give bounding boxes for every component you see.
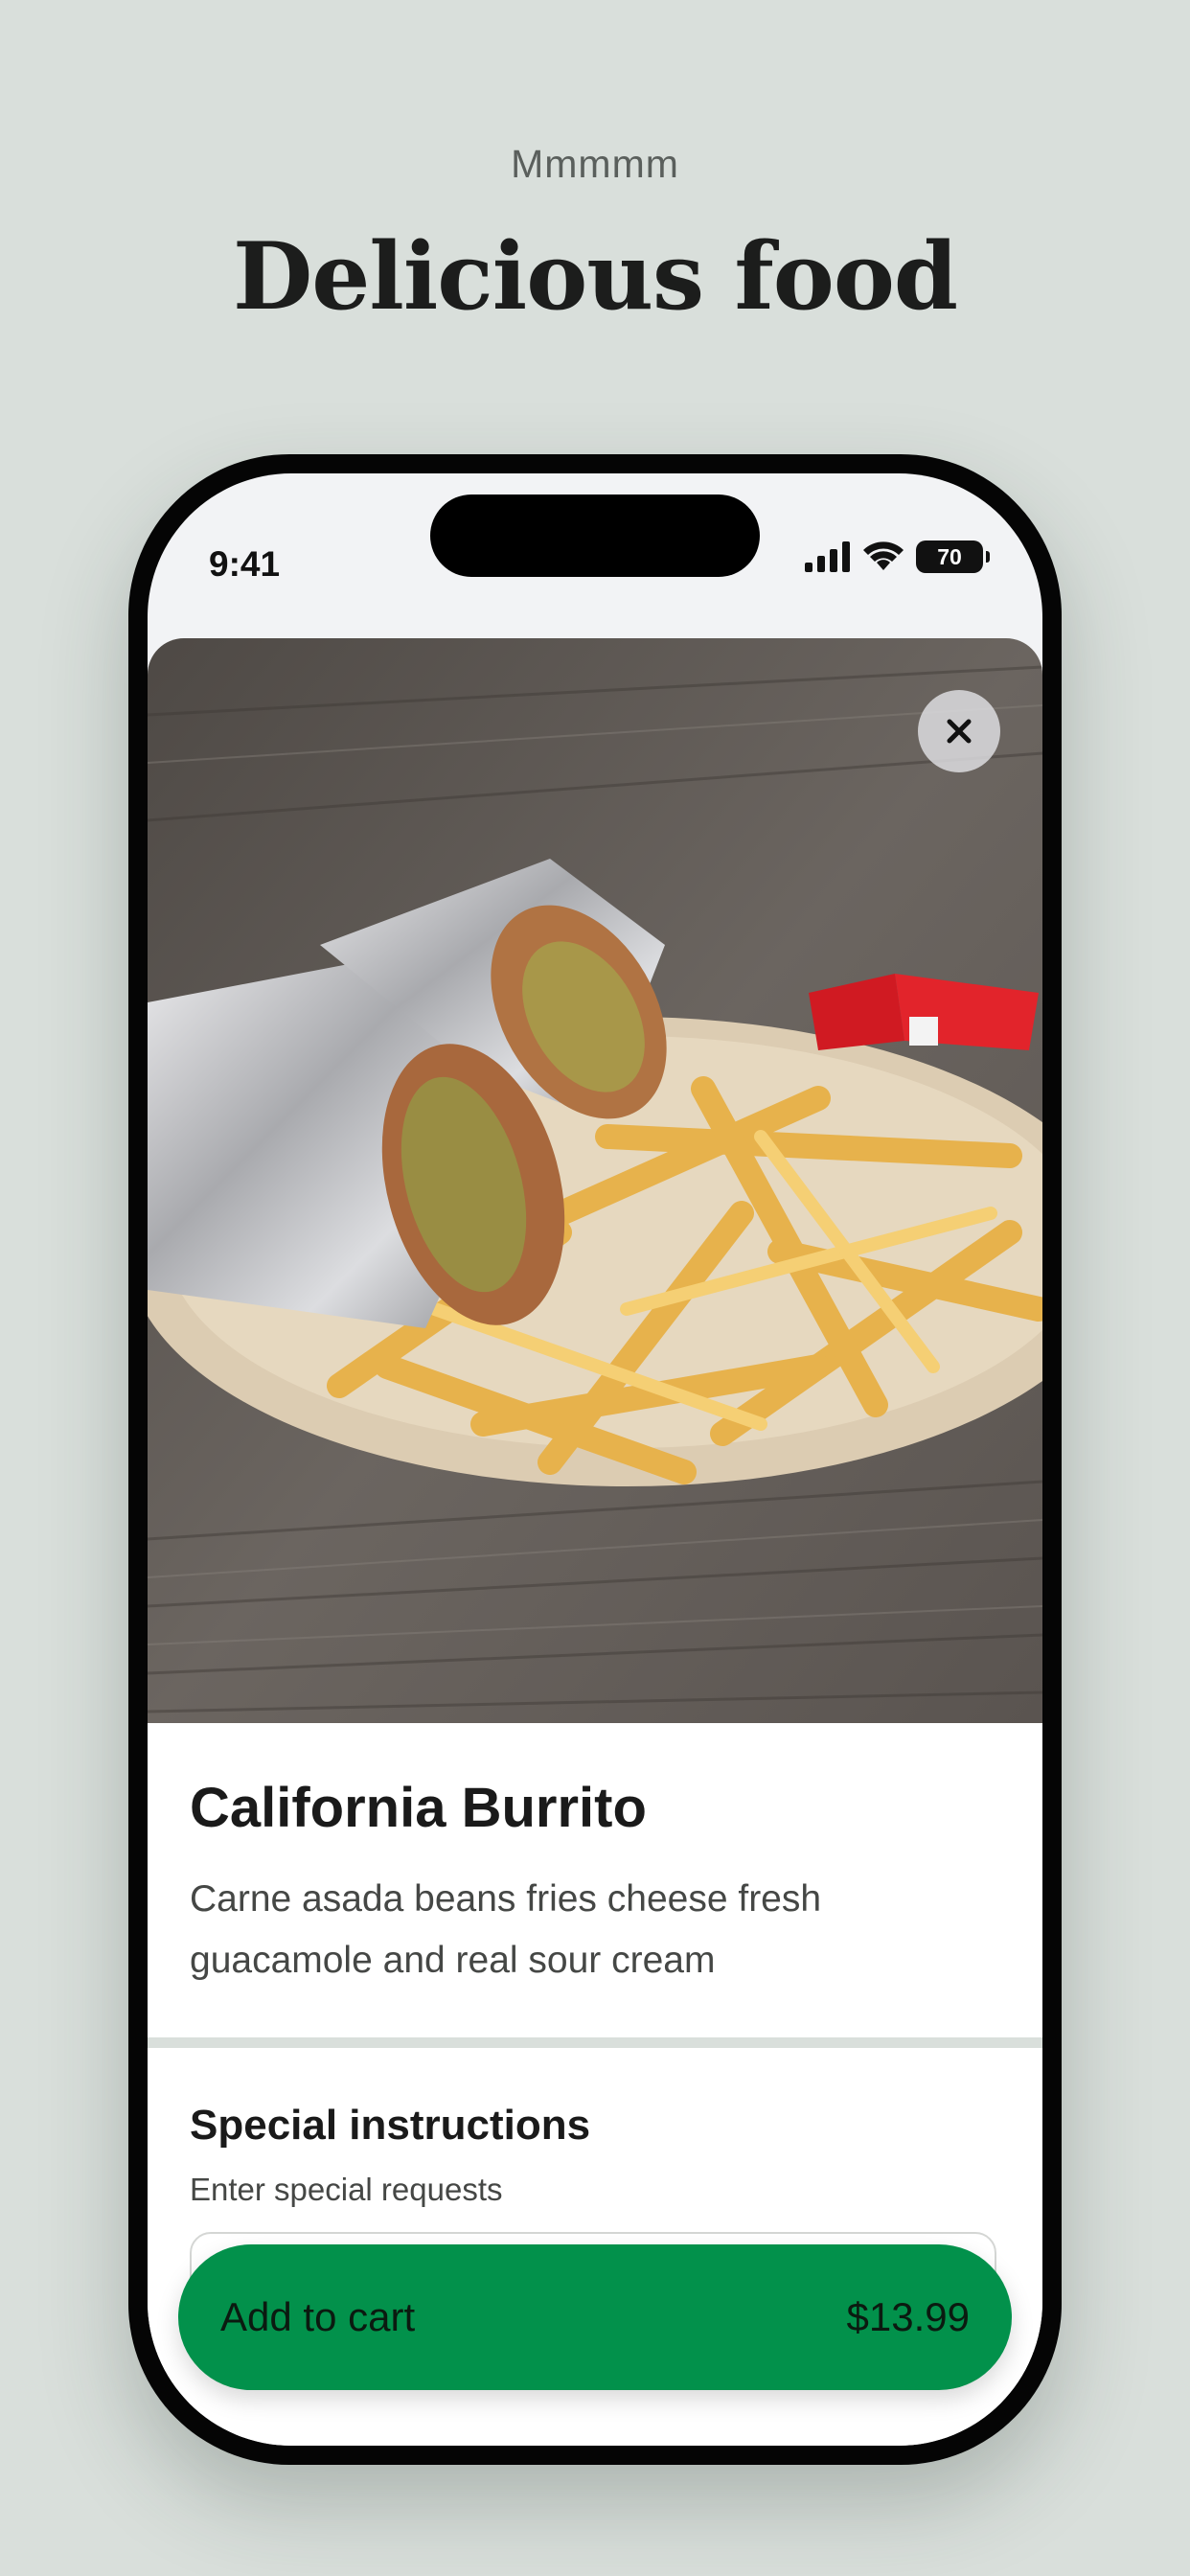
phone-frame: 9:41 70 California Burrito Carne asada b… bbox=[128, 454, 1062, 2465]
status-icons: 70 bbox=[805, 540, 990, 573]
phone-screen: 9:41 70 California Burrito Carne asada b… bbox=[148, 473, 1042, 2446]
item-title: California Burrito bbox=[190, 1777, 647, 1839]
special-instructions-title: Special instructions bbox=[190, 2102, 591, 2149]
item-description: Carne asada beans fries cheese fresh gua… bbox=[190, 1878, 822, 1981]
status-bar: 9:41 70 bbox=[148, 473, 1042, 598]
add-to-cart-label: Add to cart bbox=[220, 2294, 416, 2339]
cart-price: $13.99 bbox=[846, 2294, 970, 2339]
close-button[interactable] bbox=[918, 690, 1000, 772]
food-image bbox=[148, 638, 1042, 1723]
battery-icon: 70 bbox=[916, 540, 990, 573]
special-instructions-subtitle: Enter special requests bbox=[190, 2172, 503, 2207]
wifi-icon bbox=[863, 541, 904, 570]
dynamic-island bbox=[430, 494, 760, 577]
page-eyebrow: Mmmmm bbox=[511, 142, 679, 186]
add-to-cart-button[interactable]: Add to cart $13.99 bbox=[178, 2244, 1012, 2390]
signal-icon bbox=[805, 541, 850, 572]
item-detail-sheet: California Burrito Carne asada beans fri… bbox=[148, 638, 1042, 2446]
close-icon bbox=[947, 719, 972, 744]
section-divider bbox=[148, 2037, 1042, 2048]
status-time: 9:41 bbox=[209, 544, 281, 584]
page-headline: Delicious food bbox=[233, 222, 958, 331]
